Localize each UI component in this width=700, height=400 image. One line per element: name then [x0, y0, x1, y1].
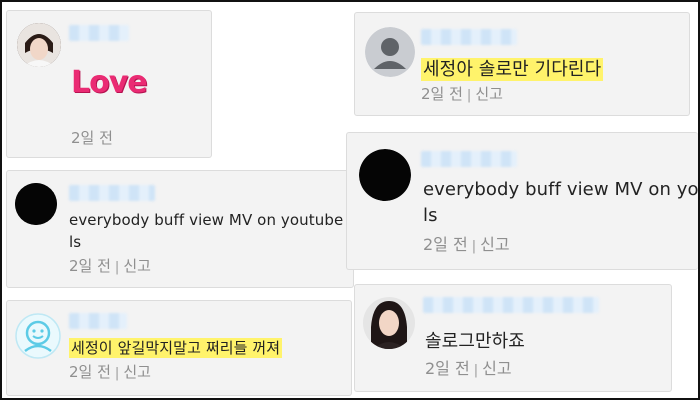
person-silhouette-icon [365, 27, 415, 77]
blurred-username[interactable] [421, 151, 517, 167]
comment-meta: 2일 전 | 신고 [421, 83, 503, 104]
highlighted-text: 세정아 솔로만 기다린다 [421, 58, 604, 81]
blurred-username[interactable] [69, 185, 155, 201]
comment-text-line2: ls [423, 205, 438, 226]
comment-time: 2일 전 [69, 363, 111, 381]
comment-meta: 2일 전 | 신고 [69, 255, 151, 276]
comment-card-6: 솔로그만하죠 2일 전 | 신고 [354, 284, 672, 392]
comment-card-2: everybody buff view MV on youtube p ls 2… [6, 170, 358, 288]
separator-icon: | [114, 366, 120, 381]
blurred-username[interactable] [421, 29, 517, 45]
user-avatar[interactable] [15, 183, 57, 225]
blurred-username[interactable] [423, 297, 599, 313]
comment-meta: 2일 전 | 신고 [423, 231, 510, 255]
user-avatar[interactable] [363, 297, 415, 349]
comment-text: 솔로그만하죠 [425, 331, 525, 352]
comment-card-4: 세정아 솔로만 기다린다 2일 전 | 신고 [354, 12, 690, 116]
comment-time: 2일 전 [71, 129, 113, 147]
comment-meta: 2일 전 [71, 127, 113, 148]
comment-card-5: everybody buff view MV on youtube ls 2일 … [346, 132, 698, 270]
comment-time: 2일 전 [425, 359, 470, 378]
user-avatar[interactable] [365, 27, 415, 77]
highlighted-text: 세정이 앞길막지말고 쩌리들 꺼져 [69, 338, 283, 358]
black-circle-avatar-icon [359, 149, 411, 201]
comment-time: 2일 전 [69, 257, 111, 275]
report-link[interactable]: 신고 [482, 359, 511, 378]
blurred-username[interactable] [69, 25, 129, 41]
comment-card-1: Love 2일 전 [6, 10, 212, 158]
user-avatar[interactable] [359, 149, 411, 201]
report-link[interactable]: 신고 [123, 363, 151, 381]
comment-text-line2: ls [69, 233, 82, 251]
comment-card-3: 세정이 앞길막지말고 쩌리들 꺼져 2일 전 | 신고 [6, 300, 352, 396]
user-avatar[interactable] [17, 23, 61, 67]
comment-meta: 2일 전 | 신고 [69, 361, 151, 382]
separator-icon: | [114, 260, 120, 275]
profile-photo-icon [17, 23, 61, 67]
report-link[interactable]: 신고 [480, 235, 509, 254]
separator-icon: | [466, 88, 472, 103]
separator-icon: | [471, 239, 477, 254]
report-link[interactable]: 신고 [123, 257, 151, 275]
report-link[interactable]: 신고 [475, 85, 503, 103]
comment-text-line1: everybody buff view MV on youtube [423, 179, 699, 200]
comment-time: 2일 전 [421, 85, 463, 103]
black-circle-avatar-icon [15, 183, 57, 225]
love-sticker: Love [71, 65, 148, 100]
separator-icon: | [473, 363, 479, 378]
comment-time: 2일 전 [423, 235, 468, 254]
screenshot-frame: Love 2일 전 everybody buff view MV on yout… [0, 0, 700, 400]
smiley-face-icon [15, 313, 61, 359]
comment-meta: 2일 전 | 신고 [425, 355, 512, 379]
blurred-username[interactable] [69, 313, 127, 329]
comment-text: 세정아 솔로만 기다린다 [421, 55, 604, 81]
profile-photo-icon [363, 297, 415, 349]
comment-text-line1: everybody buff view MV on youtube p [69, 211, 358, 229]
user-avatar[interactable] [15, 313, 61, 359]
comment-text: 세정이 앞길막지말고 쩌리들 꺼져 [69, 337, 283, 358]
